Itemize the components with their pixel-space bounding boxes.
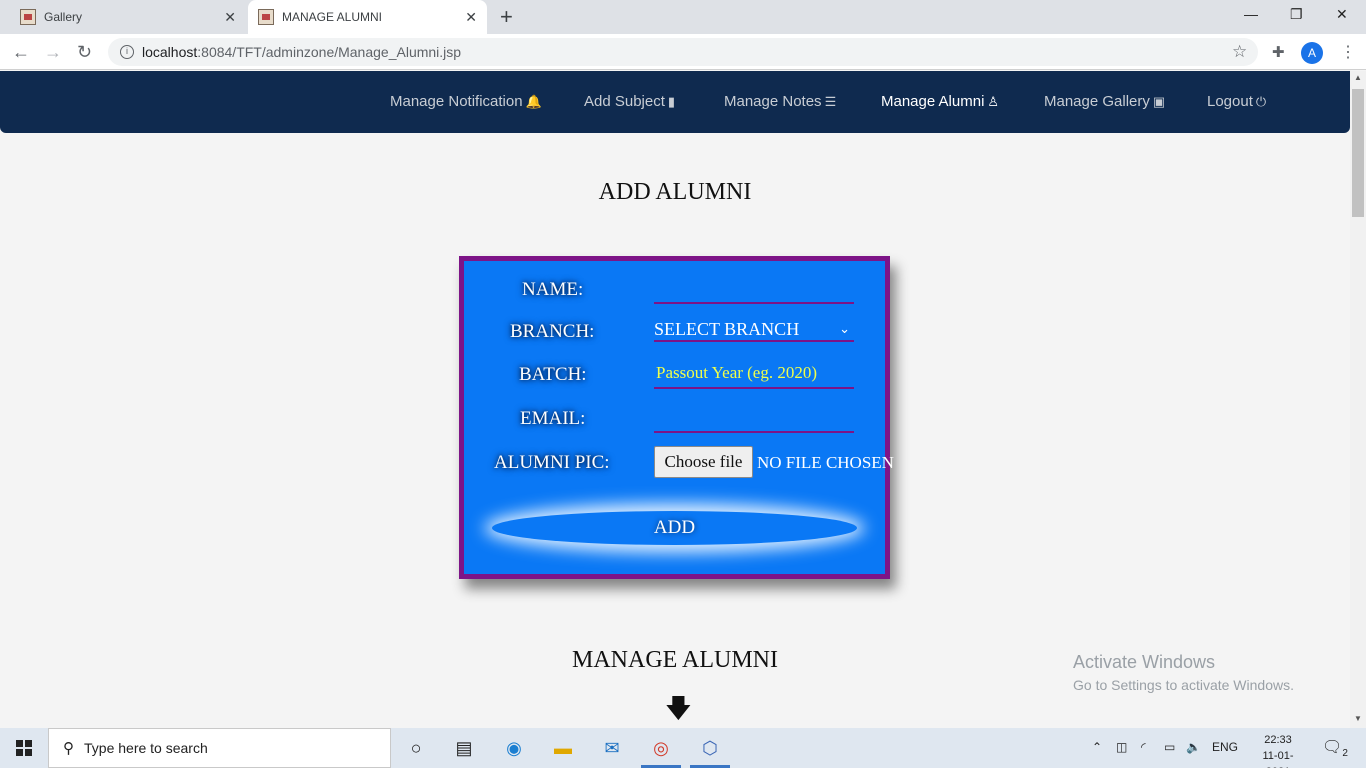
nav-manage-gallery[interactable]: Manage Gallery ▣ xyxy=(1044,93,1165,110)
batch-underline xyxy=(654,387,854,389)
bookmark-star-icon[interactable]: ☆ xyxy=(1232,42,1247,62)
tab-gallery[interactable]: Gallery ✕ xyxy=(8,0,246,34)
scroll-down-arrow-icon[interactable]: ▼ xyxy=(1354,714,1362,723)
nav-label: Manage Alumni xyxy=(881,93,985,110)
browser-tab-strip: Gallery ✕ MANAGE ALUMNI ✕ + — ❐ ✕ xyxy=(0,0,1366,34)
new-tab-button[interactable]: + xyxy=(500,4,513,30)
name-input[interactable] xyxy=(654,302,854,304)
nav-label: Logout xyxy=(1207,93,1253,110)
add-alumni-form: NAME: BRANCH: SELECT BRANCH ⌄ BATCH: Pas… xyxy=(459,256,894,579)
image-favicon-icon xyxy=(20,9,36,25)
batch-input[interactable]: Passout Year (eg. 2020) xyxy=(656,363,817,383)
cortana-icon[interactable]: ○ xyxy=(404,736,428,760)
chevron-up-icon[interactable]: ⌃ xyxy=(1092,740,1102,754)
browser-toolbar: ← → ↻ i localhost:8084/TFT/adminzone/Man… xyxy=(0,34,1366,70)
notification-count: 2 xyxy=(1342,748,1348,760)
nav-manage-notes[interactable]: Manage Notes ☰ xyxy=(724,93,836,110)
volume-icon[interactable]: 🔈 xyxy=(1186,740,1201,754)
url-host: localhost xyxy=(142,44,198,60)
branch-select[interactable]: SELECT BRANCH ⌄ xyxy=(654,319,854,340)
mail-icon[interactable]: ✉ xyxy=(600,736,624,760)
edge-browser-icon[interactable]: ◉ xyxy=(502,736,526,760)
windows-start-icon[interactable] xyxy=(16,740,32,756)
virtualbox-icon[interactable]: ⬡ xyxy=(698,736,722,760)
task-view-icon[interactable]: ▤ xyxy=(452,736,476,760)
close-tab-icon[interactable]: ✕ xyxy=(224,9,236,26)
scroll-up-arrow-icon[interactable]: ▲ xyxy=(1354,73,1362,82)
search-icon: ⚲ xyxy=(63,740,74,757)
add-button[interactable]: ADD xyxy=(492,511,857,545)
address-bar[interactable]: i localhost:8084/TFT/adminzone/Manage_Al… xyxy=(108,38,1258,66)
list-icon: ☰ xyxy=(824,94,837,109)
power-icon: ⏻ xyxy=(1255,94,1267,109)
restore-button[interactable]: ❐ xyxy=(1290,6,1303,23)
page-scrollbar[interactable]: ▲ ▼ xyxy=(1350,71,1366,728)
system-clock[interactable]: 22:33 11-01-2021 xyxy=(1258,732,1298,768)
tab-title: Gallery xyxy=(44,10,83,24)
clock-time: 22:33 xyxy=(1264,734,1292,746)
language-indicator[interactable]: ENG xyxy=(1212,740,1238,754)
wifi-icon[interactable]: ◜ xyxy=(1141,740,1146,754)
site-info-icon[interactable]: i xyxy=(120,45,134,59)
site-navbar: Manage Notification 🔔 Add Subject ▮ Manage… xyxy=(0,71,1350,133)
chevron-down-icon: ⌄ xyxy=(839,321,850,336)
notification-center-icon[interactable]: 🗨2 xyxy=(1322,737,1348,759)
windows-taskbar: ⚲ Type here to search ○ ▤ ◉ ▬ ✉ ◎ ⬡ ⌃ ◫ … xyxy=(0,728,1366,768)
taskbar-search[interactable]: ⚲ Type here to search xyxy=(48,728,391,768)
scrollbar-thumb[interactable] xyxy=(1352,89,1364,217)
meet-now-icon[interactable]: ◫ xyxy=(1116,740,1127,754)
minimize-button[interactable]: — xyxy=(1244,6,1258,22)
forward-arrow-icon[interactable]: → xyxy=(44,42,62,63)
watermark-subtitle: Go to Settings to activate Windows. xyxy=(1073,677,1294,693)
chrome-icon[interactable]: ◎ xyxy=(649,736,673,760)
url-path: :8084/TFT/adminzone/Manage_Alumni.jsp xyxy=(197,44,462,60)
nav-manage-alumni[interactable]: Manage Alumni ♙ xyxy=(881,93,999,110)
profile-avatar[interactable]: A xyxy=(1301,42,1323,64)
image-favicon-icon xyxy=(258,9,274,25)
file-explorer-icon[interactable]: ▬ xyxy=(551,736,575,760)
choose-file-button[interactable]: Choose file xyxy=(654,446,753,478)
watermark-title: Activate Windows xyxy=(1073,652,1216,672)
bell-icon: 🔔 xyxy=(525,94,542,109)
email-label: EMAIL: xyxy=(520,408,586,429)
batch-label: BATCH: xyxy=(519,364,587,385)
nav-add-subject[interactable]: Add Subject ▮ xyxy=(584,93,675,110)
close-tab-icon[interactable]: ✕ xyxy=(465,9,477,26)
nav-label: Manage Notes xyxy=(724,93,822,110)
branch-underline xyxy=(654,340,854,342)
name-label: NAME: xyxy=(522,279,584,300)
extensions-puzzle-icon[interactable]: ✚ xyxy=(1272,43,1285,61)
back-arrow-icon[interactable]: ← xyxy=(12,42,30,63)
email-input[interactable] xyxy=(654,431,854,433)
battery-icon[interactable]: ▭ xyxy=(1164,740,1175,754)
tab-title: MANAGE ALUMNI xyxy=(282,10,383,24)
nav-logout[interactable]: Logout ⏻ xyxy=(1207,93,1266,110)
nav-label: Manage Notification xyxy=(390,93,523,110)
image-icon: ▣ xyxy=(1152,94,1166,109)
clock-date: 11-01-2021 xyxy=(1262,750,1294,768)
no-file-chosen-text: NO FILE CHOSEN xyxy=(757,453,894,472)
alumni-pic-label: ALUMNI PIC: xyxy=(494,452,610,473)
branch-selected-value: SELECT BRANCH xyxy=(654,319,800,339)
branch-label: BRANCH: xyxy=(510,321,595,342)
graduate-icon: ♙ xyxy=(987,94,1000,109)
nav-label: Add Subject xyxy=(584,93,665,110)
close-window-button[interactable]: ✕ xyxy=(1336,6,1348,23)
nav-label: Manage Gallery xyxy=(1044,93,1150,110)
search-placeholder: Type here to search xyxy=(84,740,208,756)
activate-windows-watermark: Activate Windows Go to Settings to activ… xyxy=(1073,652,1294,693)
tab-manage-alumni[interactable]: MANAGE ALUMNI ✕ xyxy=(248,0,487,34)
reload-icon[interactable]: ↻ xyxy=(77,42,92,63)
book-icon: ▮ xyxy=(667,94,676,109)
more-menu-icon[interactable]: ⋮ xyxy=(1340,42,1356,62)
nav-manage-notification[interactable]: Manage Notification 🔔 xyxy=(390,93,542,110)
add-alumni-heading: ADD ALUMNI xyxy=(598,179,752,205)
